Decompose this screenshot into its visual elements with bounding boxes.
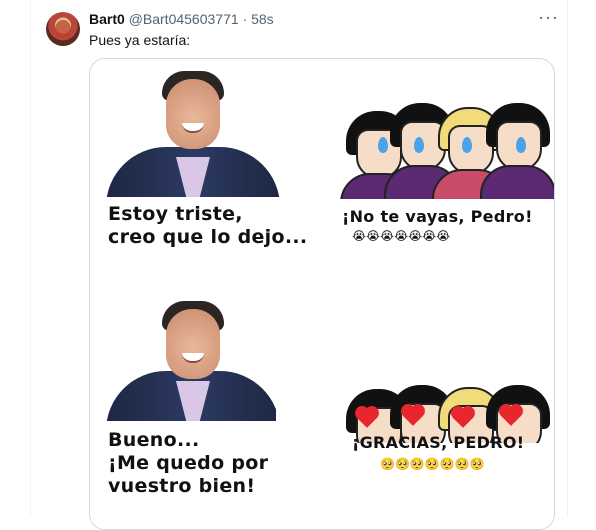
author-name[interactable]: Bart0 <box>89 11 125 27</box>
separator-dot: · <box>242 11 248 27</box>
more-options-icon[interactable]: ··· <box>538 8 559 26</box>
tweet-media-image[interactable]: Estoy triste, creo que lo dejo... ¡No te… <box>89 58 555 530</box>
timeline-left-border <box>30 0 31 517</box>
politician-photo <box>106 65 280 197</box>
cartoon-crowd <box>338 93 554 199</box>
tweet-text: Pues ya estaría: <box>89 32 191 48</box>
caption-line: Bueno... <box>108 429 200 451</box>
meme-caption: ¡GRACIAS, PEDRO! <box>352 433 525 452</box>
tweet-header: Bart0 @Bart045603771 · 58s <box>89 10 274 28</box>
meme-caption: Bueno... ¡Me quedo por vuestro bien! <box>108 429 268 498</box>
meme-panel-sad: Estoy triste, creo que lo dejo... <box>90 59 322 285</box>
pleading-emoji-row: 🥺🥺🥺🥺🥺🥺🥺 <box>380 457 485 471</box>
timeline-right-border <box>567 0 568 517</box>
caption-line: vuestro bien! <box>108 475 256 497</box>
author-handle[interactable]: @Bart045603771 <box>129 11 239 27</box>
crying-emoji-row: 😭😭😭😭😭😭😭 <box>352 229 451 243</box>
meme-panel-thanks: ¡GRACIAS, PEDRO! 🥺🥺🥺🥺🥺🥺🥺 <box>322 285 554 529</box>
meme-caption: ¡No te vayas, Pedro! <box>342 207 533 226</box>
caption-line: creo que lo dejo... <box>108 226 308 248</box>
meme-panel-crying: ¡No te vayas, Pedro! 😭😭😭😭😭😭😭 <box>322 59 554 285</box>
tweet-timestamp[interactable]: 58s <box>251 11 274 27</box>
caption-line: Estoy triste, <box>108 203 243 225</box>
meme-caption: Estoy triste, creo que lo dejo... <box>108 203 307 249</box>
caption-line: ¡Me quedo por <box>108 452 269 474</box>
meme-panel-staying: Bueno... ¡Me quedo por vuestro bien! <box>90 285 322 529</box>
politician-photo <box>106 295 276 421</box>
author-avatar[interactable] <box>46 12 80 46</box>
